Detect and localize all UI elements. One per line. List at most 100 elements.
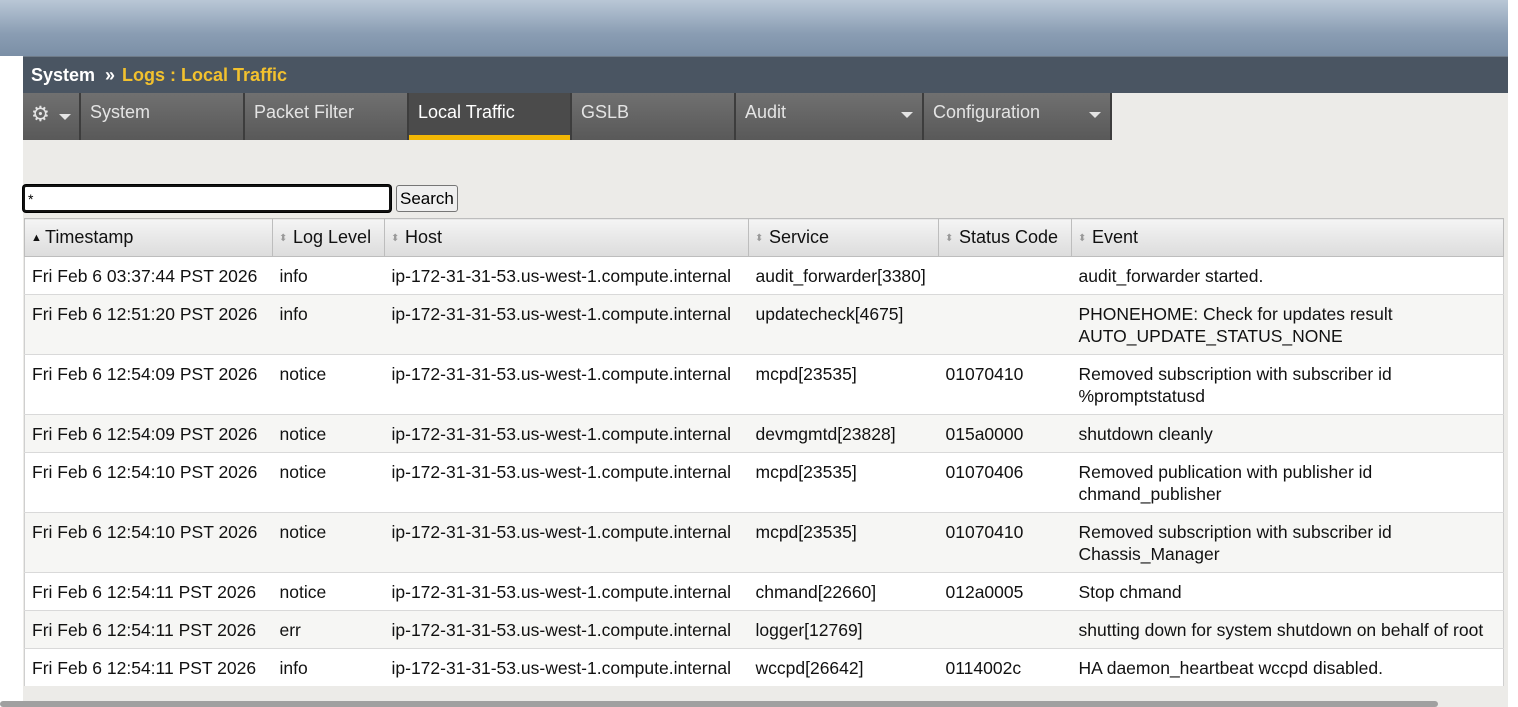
top-banner [0, 0, 1508, 56]
tab-audit[interactable]: Audit [736, 93, 924, 140]
cell-timestamp: Fri Feb 6 12:54:11 PST 2026 [24, 648, 273, 686]
cell-timestamp: Fri Feb 6 12:54:10 PST 2026 [24, 512, 273, 573]
cell-status-code: 01070410 [938, 512, 1072, 573]
cell-status-code [938, 294, 1072, 355]
chevron-down-icon [901, 112, 913, 118]
cell-service: updatecheck[4675] [748, 294, 939, 355]
table-header-row: ▲ Timestamp ⬍ Log Level ⬍ Host ⬍ Service ⬍ St… [24, 218, 1504, 257]
table-row: Fri Feb 6 03:37:44 PST 2026 info ip-172-… [24, 256, 1504, 295]
cell-status-code: 015a0000 [938, 414, 1072, 453]
search-bar: Search [23, 185, 458, 212]
cell-event: shutting down for system shutdown on beh… [1071, 610, 1504, 649]
cell-service: devmgmtd[23828] [748, 414, 939, 453]
cell-service: mcpd[23535] [748, 354, 939, 415]
cell-log-level: notice [272, 572, 385, 611]
cell-host: ip-172-31-31-53.us-west-1.compute.intern… [384, 294, 749, 355]
cell-timestamp: Fri Feb 6 03:37:44 PST 2026 [24, 256, 273, 295]
cell-event: PHONEHOME: Check for updates result AUTO… [1071, 294, 1504, 355]
cell-service: mcpd[23535] [748, 452, 939, 513]
tab-gear-menu[interactable]: ⚙ [23, 93, 81, 140]
cell-host: ip-172-31-31-53.us-west-1.compute.intern… [384, 414, 749, 453]
column-header-status-code[interactable]: ⬍ Status Code [938, 218, 1072, 257]
tab-packet-filter[interactable]: Packet Filter [245, 93, 409, 140]
cell-status-code [938, 610, 1072, 649]
column-header-event[interactable]: ⬍ Event [1071, 218, 1504, 257]
cell-service: mcpd[23535] [748, 512, 939, 573]
cell-host: ip-172-31-31-53.us-west-1.compute.intern… [384, 512, 749, 573]
sort-icon: ⬍ [391, 233, 400, 244]
table-row: Fri Feb 6 12:54:09 PST 2026 notice ip-17… [24, 354, 1504, 415]
cell-service: logger[12769] [748, 610, 939, 649]
column-header-timestamp[interactable]: ▲ Timestamp [24, 218, 273, 257]
cell-log-level: notice [272, 354, 385, 415]
column-header-log-level[interactable]: ⬍ Log Level [272, 218, 385, 257]
cell-timestamp: Fri Feb 6 12:54:09 PST 2026 [24, 414, 273, 453]
cell-event: Removed subscription with subscriber id … [1071, 354, 1504, 415]
search-input[interactable] [23, 185, 391, 212]
cell-timestamp: Fri Feb 6 12:51:20 PST 2026 [24, 294, 273, 355]
breadcrumb: System ›› Logs : Local Traffic [23, 56, 1508, 93]
tab-label: GSLB [581, 102, 630, 122]
gear-icon: ⚙ [31, 103, 50, 126]
tab-gslb[interactable]: GSLB [572, 93, 736, 140]
cell-log-level: notice [272, 512, 385, 573]
column-header-service[interactable]: ⬍ Service [748, 218, 939, 257]
chevron-down-icon [1089, 112, 1101, 118]
cell-host: ip-172-31-31-53.us-west-1.compute.intern… [384, 572, 749, 611]
cell-status-code: 0114002c [938, 648, 1072, 686]
table-row: Fri Feb 6 12:54:11 PST 2026 info ip-172-… [24, 648, 1504, 686]
cell-log-level: info [272, 256, 385, 295]
breadcrumb-current: Logs : Local Traffic [122, 64, 288, 85]
column-header-host[interactable]: ⬍ Host [384, 218, 749, 257]
table-row: Fri Feb 6 12:54:10 PST 2026 notice ip-17… [24, 452, 1504, 513]
tab-local-traffic[interactable]: Local Traffic [409, 93, 572, 140]
cell-timestamp: Fri Feb 6 12:54:10 PST 2026 [24, 452, 273, 513]
cell-event: HA daemon_heartbeat wccpd disabled. [1071, 648, 1504, 686]
table-row: Fri Feb 6 12:54:11 PST 2026 err ip-172-3… [24, 610, 1504, 649]
cell-host: ip-172-31-31-53.us-west-1.compute.intern… [384, 452, 749, 513]
cell-timestamp: Fri Feb 6 12:54:11 PST 2026 [24, 610, 273, 649]
horizontal-scrollbar[interactable] [0, 701, 1438, 707]
cell-log-level: notice [272, 452, 385, 513]
tab-system[interactable]: System [81, 93, 245, 140]
cell-timestamp: Fri Feb 6 12:54:11 PST 2026 [24, 572, 273, 611]
tab-label: Local Traffic [418, 102, 515, 122]
tab-configuration[interactable]: Configuration [924, 93, 1112, 140]
cell-log-level: info [272, 648, 385, 686]
tab-label: Packet Filter [254, 102, 355, 122]
sort-icon: ⬍ [755, 233, 764, 244]
window-edge [1508, 0, 1518, 707]
sort-icon: ⬍ [945, 233, 954, 244]
cell-service: wccpd[26642] [748, 648, 939, 686]
table-row: Fri Feb 6 12:54:11 PST 2026 notice ip-17… [24, 572, 1504, 611]
cell-event: shutdown cleanly [1071, 414, 1504, 453]
cell-host: ip-172-31-31-53.us-west-1.compute.intern… [384, 256, 749, 295]
table-row: Fri Feb 6 12:54:09 PST 2026 notice ip-17… [24, 414, 1504, 453]
cell-log-level: info [272, 294, 385, 355]
cell-host: ip-172-31-31-53.us-west-1.compute.intern… [384, 610, 749, 649]
sort-icon: ⬍ [279, 233, 288, 244]
cell-event: Removed publication with publisher id ch… [1071, 452, 1504, 513]
table-row: Fri Feb 6 12:54:10 PST 2026 notice ip-17… [24, 512, 1504, 573]
tab-label: System [90, 102, 151, 122]
breadcrumb-root[interactable]: System [31, 65, 95, 86]
cell-log-level: notice [272, 414, 385, 453]
cell-event: audit_forwarder started. [1071, 256, 1504, 295]
cell-service: chmand[22660] [748, 572, 939, 611]
log-table: ▲ Timestamp ⬍ Log Level ⬍ Host ⬍ Service ⬍ St… [24, 218, 1504, 686]
cell-status-code: 01070410 [938, 354, 1072, 415]
cell-log-level: err [272, 610, 385, 649]
cell-status-code [938, 256, 1072, 295]
chevron-down-icon [59, 114, 71, 120]
tab-label: Configuration [933, 102, 1041, 122]
cell-event: Stop chmand [1071, 572, 1504, 611]
cell-status-code: 01070406 [938, 452, 1072, 513]
cell-status-code: 012a0005 [938, 572, 1072, 611]
cell-host: ip-172-31-31-53.us-west-1.compute.intern… [384, 648, 749, 686]
search-button[interactable]: Search [396, 185, 458, 212]
cell-event: Removed subscription with subscriber id … [1071, 512, 1504, 573]
tab-bar: ⚙ System Packet Filter Local Traffic GSL… [23, 93, 1112, 140]
cell-timestamp: Fri Feb 6 12:54:09 PST 2026 [24, 354, 273, 415]
breadcrumb-separator: ›› [105, 64, 115, 85]
sort-icon: ⬍ [1078, 233, 1087, 244]
